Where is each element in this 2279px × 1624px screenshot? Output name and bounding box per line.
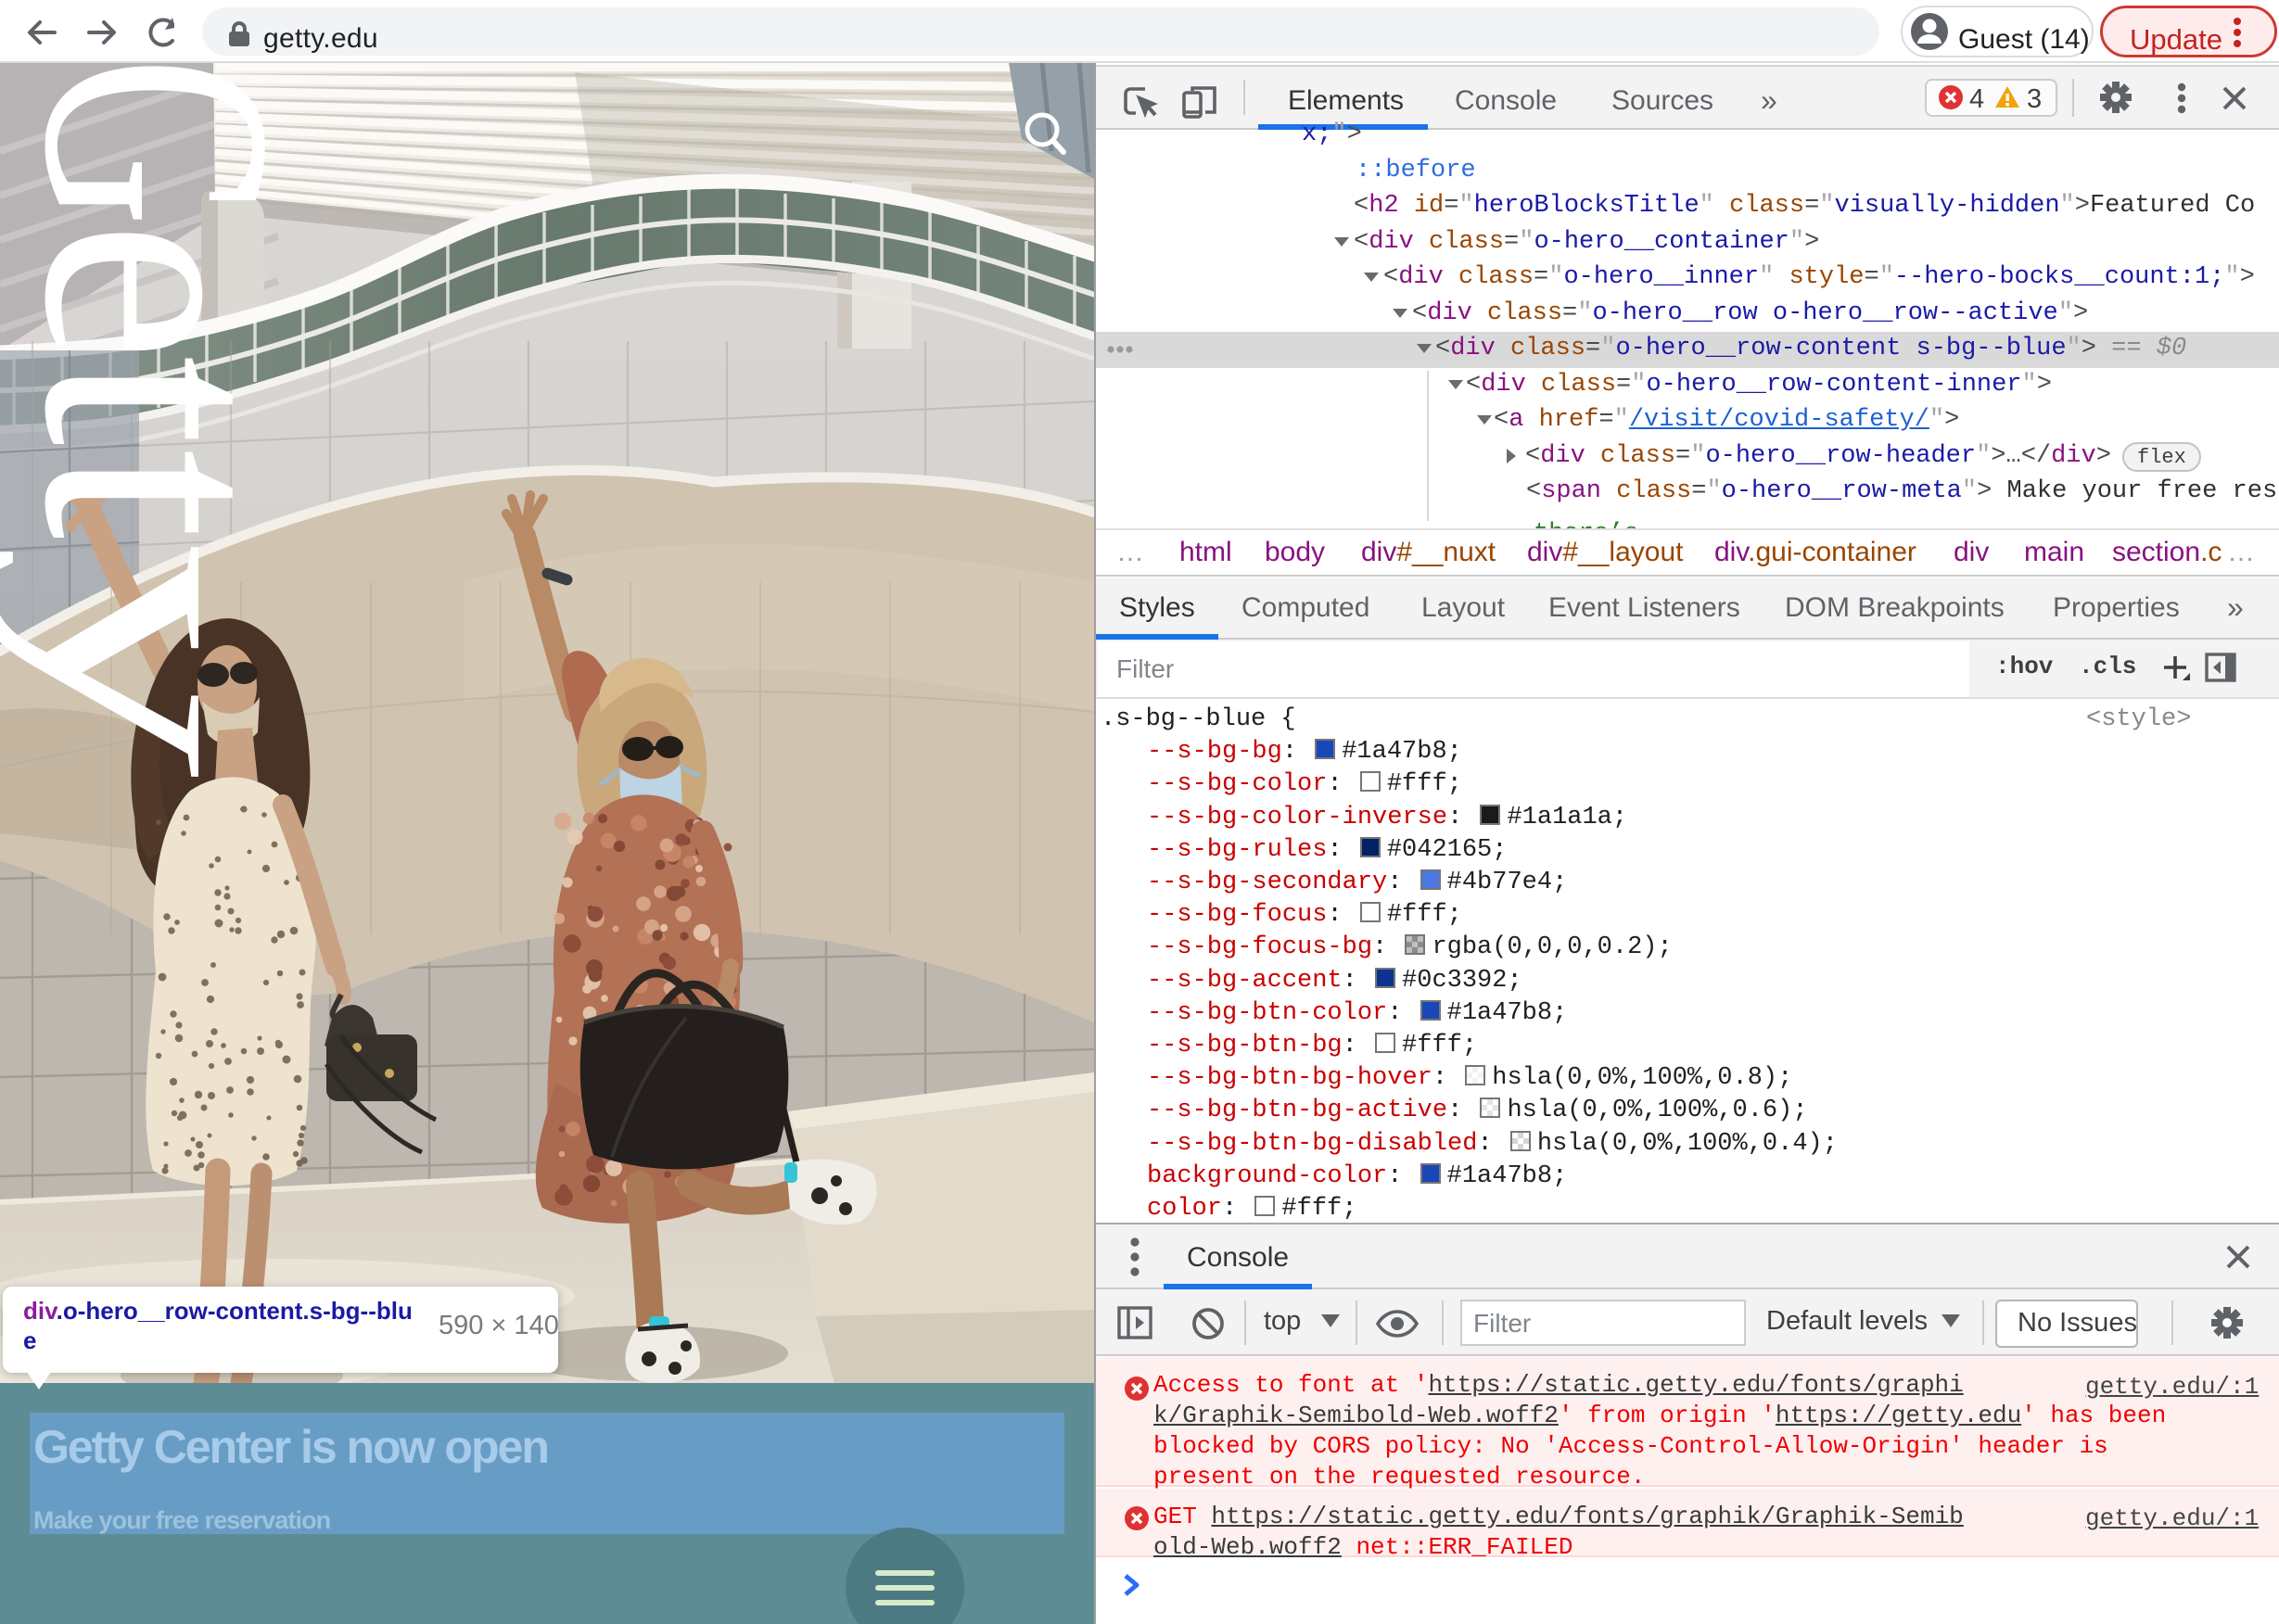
svg-text:t: t [0,449,339,540]
svg-text:t: t [0,355,339,447]
svg-text:y: y [0,541,339,779]
svg-text:e: e [0,221,339,362]
svg-text:G: G [0,63,339,227]
